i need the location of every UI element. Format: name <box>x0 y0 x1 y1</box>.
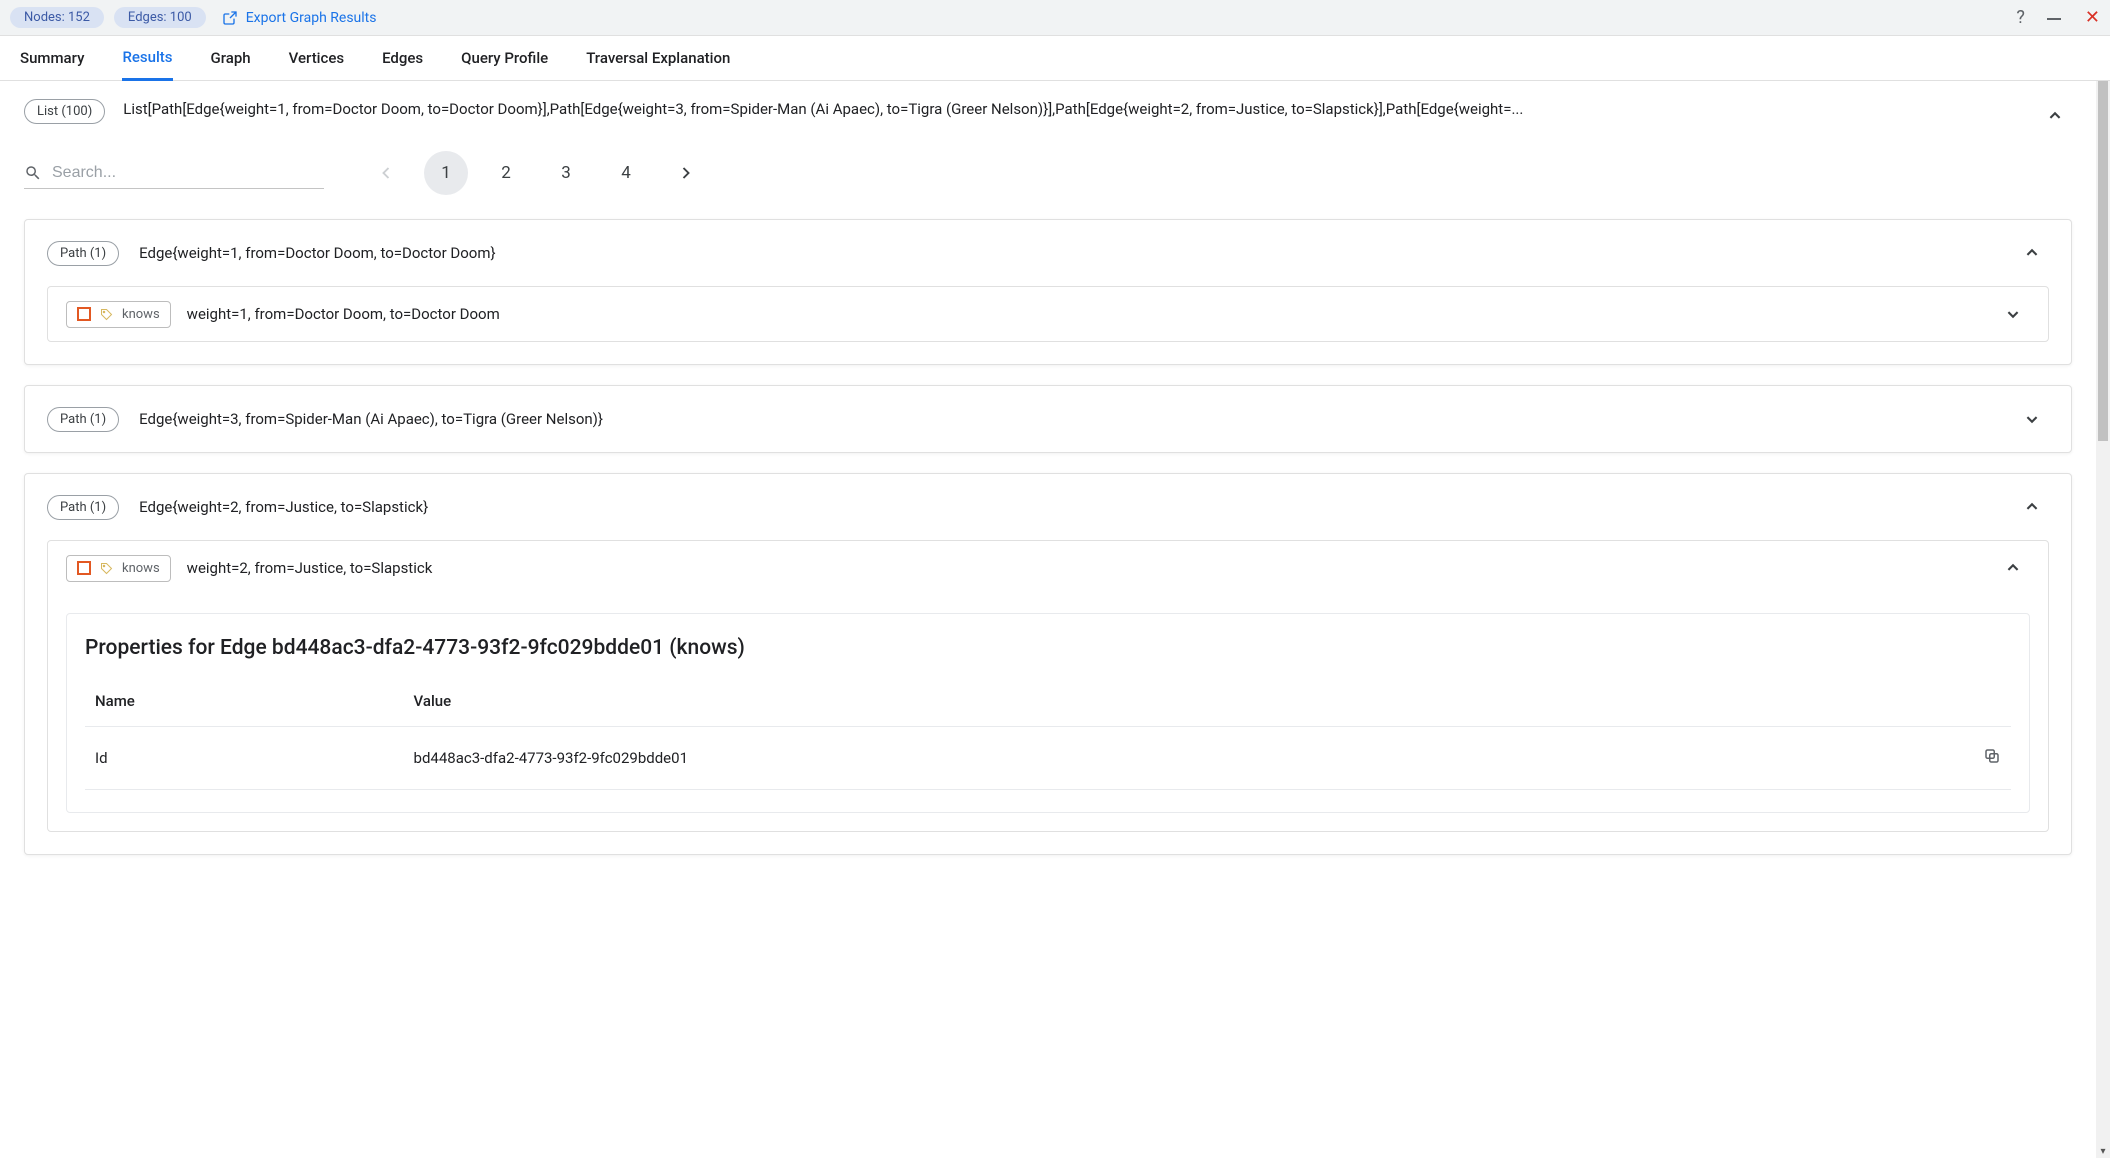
pager-page-3[interactable]: 3 <box>544 151 588 195</box>
edge-expand-button[interactable] <box>1996 297 2030 331</box>
scrollbar[interactable]: ▾ <box>2096 81 2110 1158</box>
tab-edges[interactable]: Edges <box>382 37 423 79</box>
path-title: Edge{weight=1, from=Doctor Doom, to=Doct… <box>139 244 495 262</box>
chevron-up-icon <box>2021 496 2043 518</box>
path-chip[interactable]: Path (1) <box>47 495 119 520</box>
chevron-up-icon <box>2021 242 2043 264</box>
export-icon <box>222 10 238 26</box>
edge-type-label: knows <box>122 307 160 322</box>
path-title: Edge{weight=3, from=Spider-Man (Ai Apaec… <box>139 410 603 428</box>
tab-traversal-explanation[interactable]: Traversal Explanation <box>586 37 730 79</box>
scrollbar-thumb[interactable] <box>2098 81 2108 441</box>
pager-prev-button[interactable] <box>364 151 408 195</box>
tab-results[interactable]: Results <box>122 36 172 81</box>
tab-bar: Summary Results Graph Vertices Edges Que… <box>0 36 2110 81</box>
chevron-up-icon <box>2002 557 2024 579</box>
pager-page-1[interactable]: 1 <box>424 151 468 195</box>
scrollbar-down-arrow[interactable]: ▾ <box>2096 1144 2110 1158</box>
edge-collapse-button[interactable] <box>1996 551 2030 585</box>
path-chip[interactable]: Path (1) <box>47 407 119 432</box>
properties-panel: Properties for Edge bd448ac3-dfa2-4773-9… <box>66 613 2030 813</box>
edge-description: weight=1, from=Doctor Doom, to=Doctor Do… <box>187 305 500 323</box>
edge-description: weight=2, from=Justice, to=Slapstick <box>187 559 433 577</box>
chevron-down-icon <box>2021 408 2043 430</box>
pager-page-2[interactable]: 2 <box>484 151 528 195</box>
tag-icon <box>99 307 114 322</box>
export-label: Export Graph Results <box>246 10 377 26</box>
search-field[interactable] <box>24 158 324 189</box>
path-card: Path (1) Edge{weight=3, from=Spider-Man … <box>24 385 2072 453</box>
results-content[interactable]: List (100) List[Path[Edge{weight=1, from… <box>0 81 2096 1158</box>
edges-count-pill: Edges: 100 <box>114 7 206 28</box>
help-icon[interactable]: ? <box>2016 7 2025 28</box>
edge-color-icon <box>77 307 91 321</box>
nodes-count-pill: Nodes: 152 <box>10 7 104 28</box>
properties-table: Name Value Id bd448ac3-dfa2-477 <box>85 682 2011 790</box>
path-chip[interactable]: Path (1) <box>47 241 119 266</box>
edge-card: knows weight=1, from=Doctor Doom, to=Doc… <box>47 286 2049 342</box>
properties-title: Properties for Edge bd448ac3-dfa2-4773-9… <box>85 636 2011 660</box>
pager-next-button[interactable] <box>664 151 708 195</box>
table-row: Id bd448ac3-dfa2-4773-93f2-9fc029bdde01 <box>85 727 2011 790</box>
header-bar: Nodes: 152 Edges: 100 Export Graph Resul… <box>0 0 2110 36</box>
edge-color-icon <box>77 561 91 575</box>
edge-type-chip[interactable]: knows <box>66 301 171 328</box>
search-input[interactable] <box>52 164 324 182</box>
list-collapse-button[interactable] <box>2038 99 2072 133</box>
path-card: Path (1) Edge{weight=2, from=Justice, to… <box>24 473 2072 855</box>
close-icon[interactable]: ✕ <box>2085 7 2100 28</box>
prop-value: bd448ac3-dfa2-4773-93f2-9fc029bdde01 <box>404 727 1971 790</box>
edge-type-chip[interactable]: knows <box>66 555 171 582</box>
prop-name: Id <box>85 727 404 790</box>
path-collapse-button[interactable] <box>2015 490 2049 524</box>
path-collapse-button[interactable] <box>2015 236 2049 270</box>
pager-page-4[interactable]: 4 <box>604 151 648 195</box>
chevron-down-icon <box>2002 303 2024 325</box>
list-chip[interactable]: List (100) <box>24 99 105 124</box>
search-icon <box>24 164 42 182</box>
export-graph-results-button[interactable]: Export Graph Results <box>222 10 377 26</box>
path-card: Path (1) Edge{weight=1, from=Doctor Doom… <box>24 219 2072 365</box>
tag-icon <box>99 561 114 576</box>
chevron-right-icon <box>676 163 696 183</box>
tab-graph[interactable]: Graph <box>211 37 251 79</box>
chevron-left-icon <box>376 163 396 183</box>
tab-query-profile[interactable]: Query Profile <box>461 37 548 79</box>
column-header-value: Value <box>404 682 1971 727</box>
column-header-name: Name <box>85 682 404 727</box>
chevron-up-icon <box>2044 105 2066 127</box>
edge-type-label: knows <box>122 561 160 576</box>
edge-card: knows weight=2, from=Justice, to=Slapsti… <box>47 540 2049 832</box>
path-title: Edge{weight=2, from=Justice, to=Slapstic… <box>139 498 428 516</box>
path-expand-button[interactable] <box>2015 402 2049 436</box>
list-summary-text: List[Path[Edge{weight=1, from=Doctor Doo… <box>123 99 2020 119</box>
pagination: 1 2 3 4 <box>364 151 708 195</box>
tab-summary[interactable]: Summary <box>20 37 84 79</box>
tab-vertices[interactable]: Vertices <box>289 37 344 79</box>
copy-icon[interactable] <box>1983 747 2001 765</box>
